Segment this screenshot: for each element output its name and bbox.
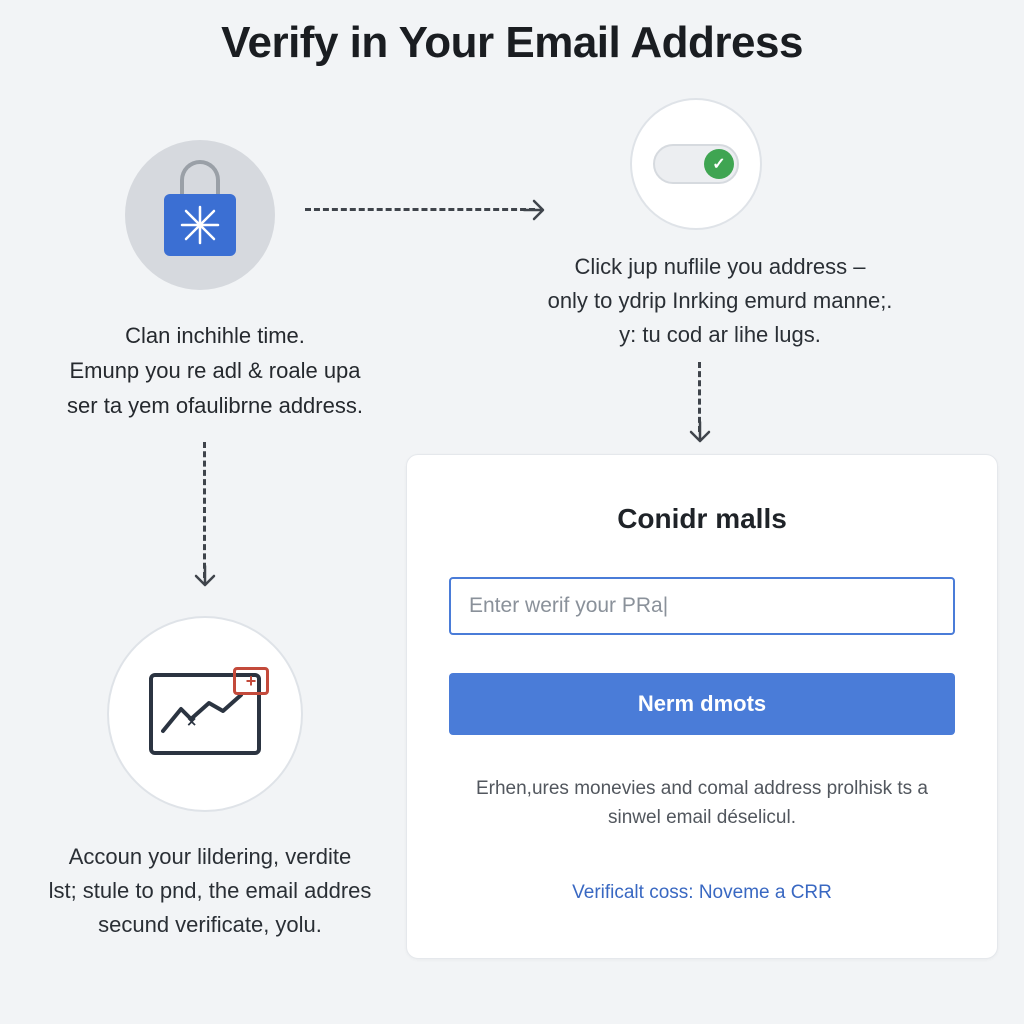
arrow-step1-to-step2 (305, 208, 535, 211)
toggle-on-icon: ✓ (653, 144, 739, 184)
check-icon: ✓ (712, 154, 725, 174)
step3-icon-circle: × + (107, 616, 303, 812)
plus-badge-icon: + (233, 667, 269, 695)
arrow-down-icon (191, 562, 219, 590)
step2-icon-circle: ✓ (630, 98, 762, 230)
page-title: Verify in Your Email Address (0, 18, 1024, 68)
lock-icon (164, 174, 236, 256)
verification-card: Conidr malls Nerm dmots Erhen,ures monev… (406, 454, 998, 959)
arrow-right-icon (520, 196, 548, 224)
card-heading: Conidr malls (449, 503, 955, 535)
step1-description: Clan inchihle time. Emunp you re adl & r… (30, 318, 400, 424)
step1-icon-circle (125, 140, 275, 290)
verification-code-input[interactable] (449, 577, 955, 635)
svg-text:×: × (187, 714, 196, 731)
step2-description: Click jup nuflile you address – only to … (510, 250, 930, 352)
analytics-card-icon: × + (149, 673, 261, 755)
arrow-down-icon (686, 418, 714, 446)
card-hint-text: Erhen,ures monevies and comal address pr… (449, 775, 955, 832)
submit-button[interactable]: Nerm dmots (449, 673, 955, 735)
resend-link[interactable]: Verificalt coss: Noveme a CRR (449, 882, 955, 904)
asterisk-icon (178, 203, 222, 247)
arrow-step1-to-step3 (203, 442, 206, 578)
step3-description: Accoun your lildering, verdite lst; stul… (30, 840, 390, 942)
trend-line-icon: × (161, 689, 251, 739)
